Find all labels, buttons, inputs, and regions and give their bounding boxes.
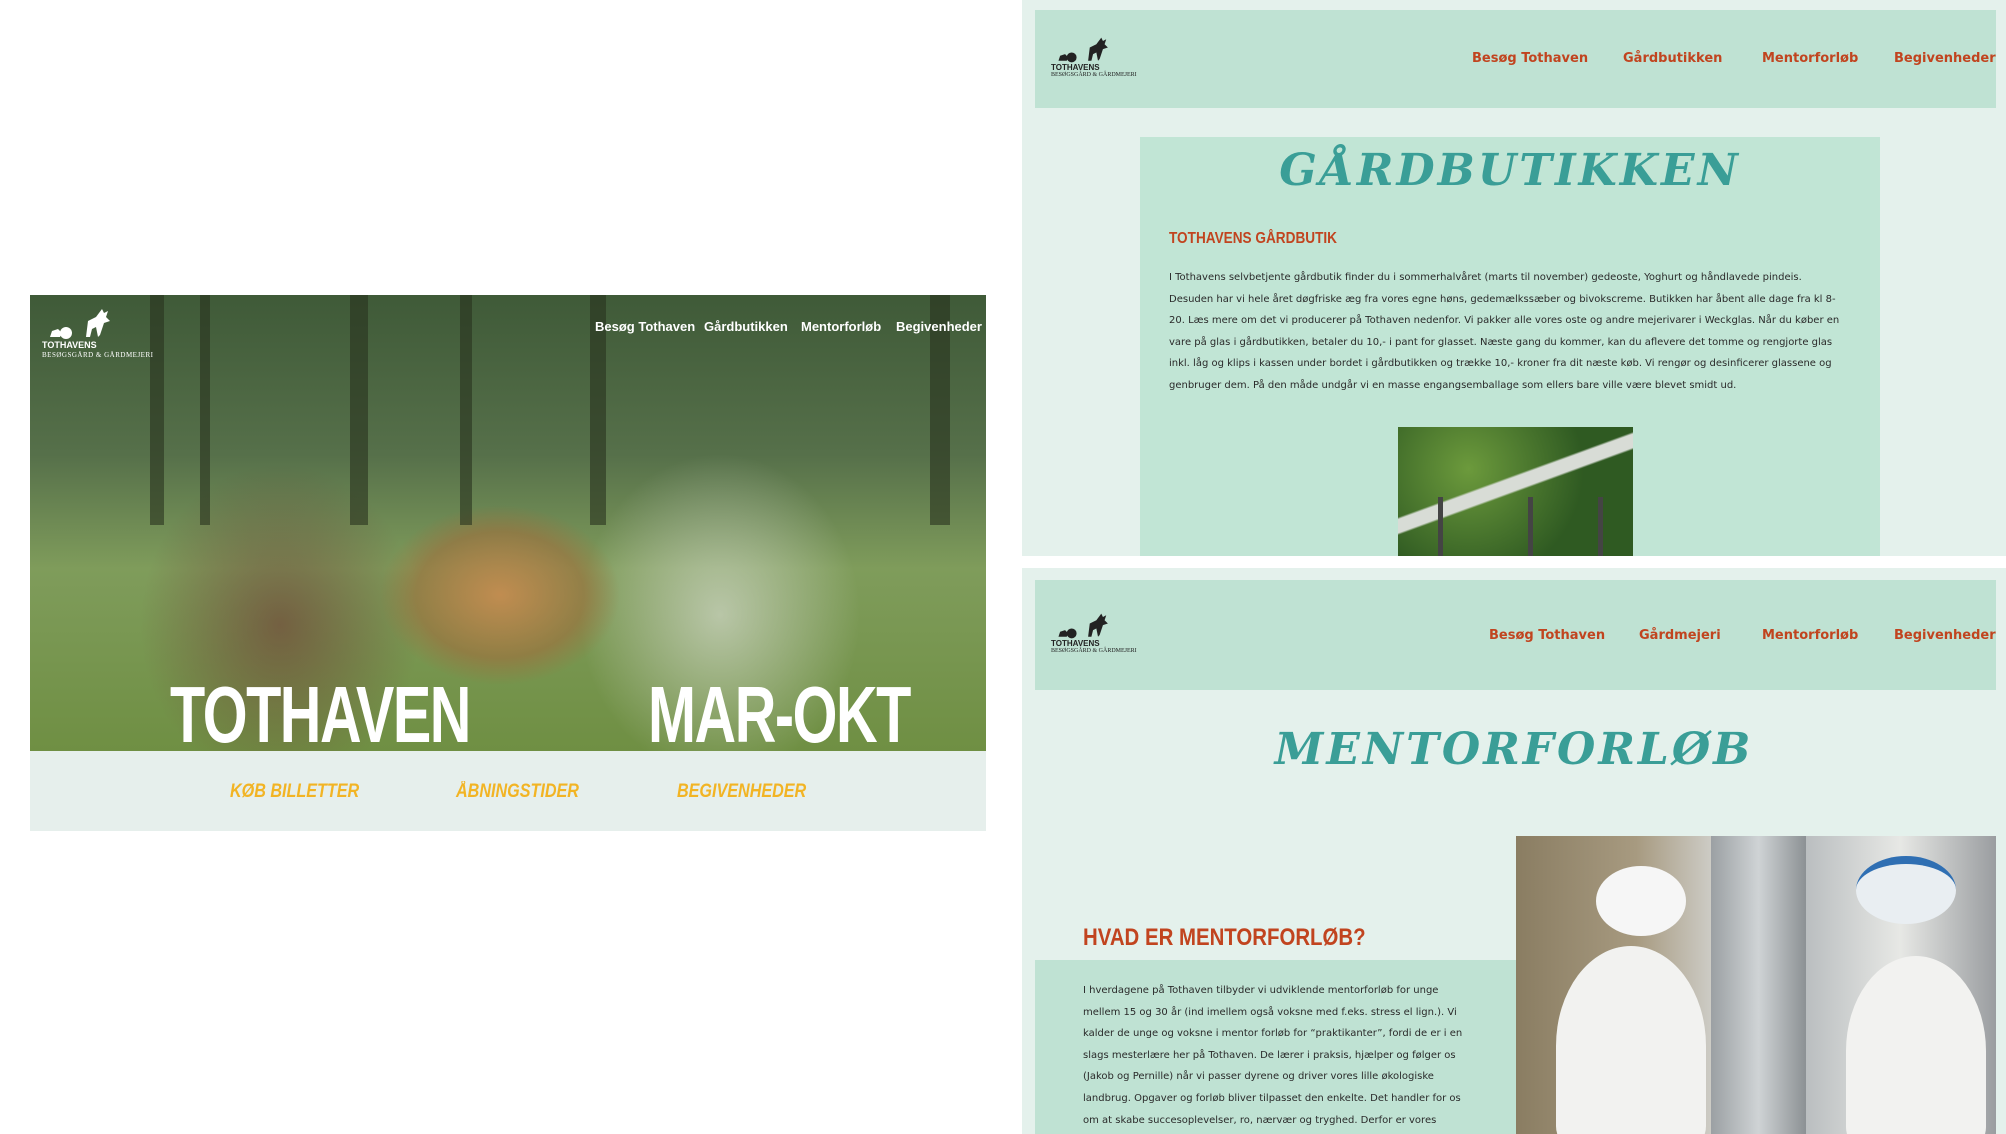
- landing-page-mockup: TOTHAVENS BESØGSGÅRD & GÅRDMEJERI Besøg …: [30, 295, 986, 831]
- nav-mentorforlob[interactable]: Mentorforløb: [801, 319, 881, 334]
- section-heading: HVAD ER MENTORFORLØB?: [1083, 924, 1366, 951]
- shop-page-mockup: TOTHAVENS BESØGSGÅRD & GÅRDMEJERI Besøg …: [1022, 0, 2006, 556]
- hero-word-season: MAR-OKT: [648, 670, 911, 752]
- goat-logo-icon: [1058, 37, 1108, 63]
- nav-besog-tothaven[interactable]: Besøg Tothaven: [1472, 51, 1588, 66]
- mentor-text-box: I hverdagene på Tothaven tilbyder vi udv…: [1035, 960, 1538, 1134]
- buy-tickets-link[interactable]: KØB BILLETTER: [230, 781, 359, 803]
- logo-brand: TOTHAVENS: [42, 340, 97, 350]
- nav-mentorforlob[interactable]: Mentorforløb: [1762, 51, 1858, 66]
- nav-gardmejeri[interactable]: Gårdmejeri: [1639, 628, 1721, 643]
- hero-word-tothaven: TOTHAVEN: [170, 670, 471, 752]
- goat-logo-icon: [50, 309, 110, 339]
- nav-begivenheder[interactable]: Begivenheder: [1894, 628, 1996, 643]
- shop-content-card: GÅRDBUTIKKEN TOTHAVENS GÅRDBUTIK I Totha…: [1140, 137, 1880, 556]
- logo-subtitle: BESØGSGÅRD & GÅRDMEJERI: [1051, 72, 1137, 78]
- page-title: MENTORFORLØB: [1274, 724, 1754, 775]
- nav-besog-tothaven[interactable]: Besøg Tothaven: [595, 319, 695, 334]
- mentor-description: I hverdagene på Tothaven tilbyder vi udv…: [1083, 985, 1463, 1126]
- page-title: GÅRDBUTIKKEN: [1279, 145, 1741, 196]
- hero-logo[interactable]: TOTHAVENS BESØGSGÅRD & GÅRDMEJERI: [42, 307, 153, 363]
- farm-shop-photo: [1398, 427, 1633, 556]
- logo-brand: TOTHAVENS: [1051, 639, 1100, 648]
- nav-besog-tothaven[interactable]: Besøg Tothaven: [1489, 628, 1605, 643]
- logo-subtitle: BESØGSGÅRD & GÅRDMEJERI: [42, 351, 154, 359]
- shop-description: I Tothavens selvbetjente gårdbutik finde…: [1169, 272, 1840, 391]
- logo-brand: TOTHAVENS: [1051, 63, 1100, 72]
- mentor-logo[interactable]: TOTHAVENS BESØGSGÅRD & GÅRDMEJERI: [1051, 612, 1137, 660]
- mentor-navbar: TOTHAVENS BESØGSGÅRD & GÅRDMEJERI Besøg …: [1035, 580, 1996, 690]
- nav-gardbutikken[interactable]: Gårdbutikken: [704, 319, 788, 334]
- nav-mentorforlob[interactable]: Mentorforløb: [1762, 628, 1858, 643]
- shop-logo[interactable]: TOTHAVENS BESØGSGÅRD & GÅRDMEJERI: [1051, 36, 1137, 84]
- hero-image: TOTHAVENS BESØGSGÅRD & GÅRDMEJERI Besøg …: [30, 295, 986, 751]
- opening-hours-link[interactable]: ÅBNINGSTIDER: [456, 781, 579, 803]
- section-heading: TOTHAVENS GÅRDBUTIK: [1169, 230, 1337, 247]
- nav-begivenheder[interactable]: Begivenheder: [896, 319, 982, 334]
- nav-gardbutikken[interactable]: Gårdbutikken: [1623, 51, 1722, 66]
- nav-begivenheder[interactable]: Begivenheder: [1894, 51, 1996, 66]
- shop-navbar: TOTHAVENS BESØGSGÅRD & GÅRDMEJERI Besøg …: [1035, 10, 1996, 108]
- goat-logo-icon: [1058, 613, 1108, 639]
- mentor-page-mockup: TOTHAVENS BESØGSGÅRD & GÅRDMEJERI Besøg …: [1022, 568, 2006, 1134]
- dairy-work-photo: [1516, 836, 1996, 1134]
- events-link[interactable]: BEGIVENHEDER: [677, 781, 806, 803]
- logo-subtitle: BESØGSGÅRD & GÅRDMEJERI: [1051, 648, 1137, 654]
